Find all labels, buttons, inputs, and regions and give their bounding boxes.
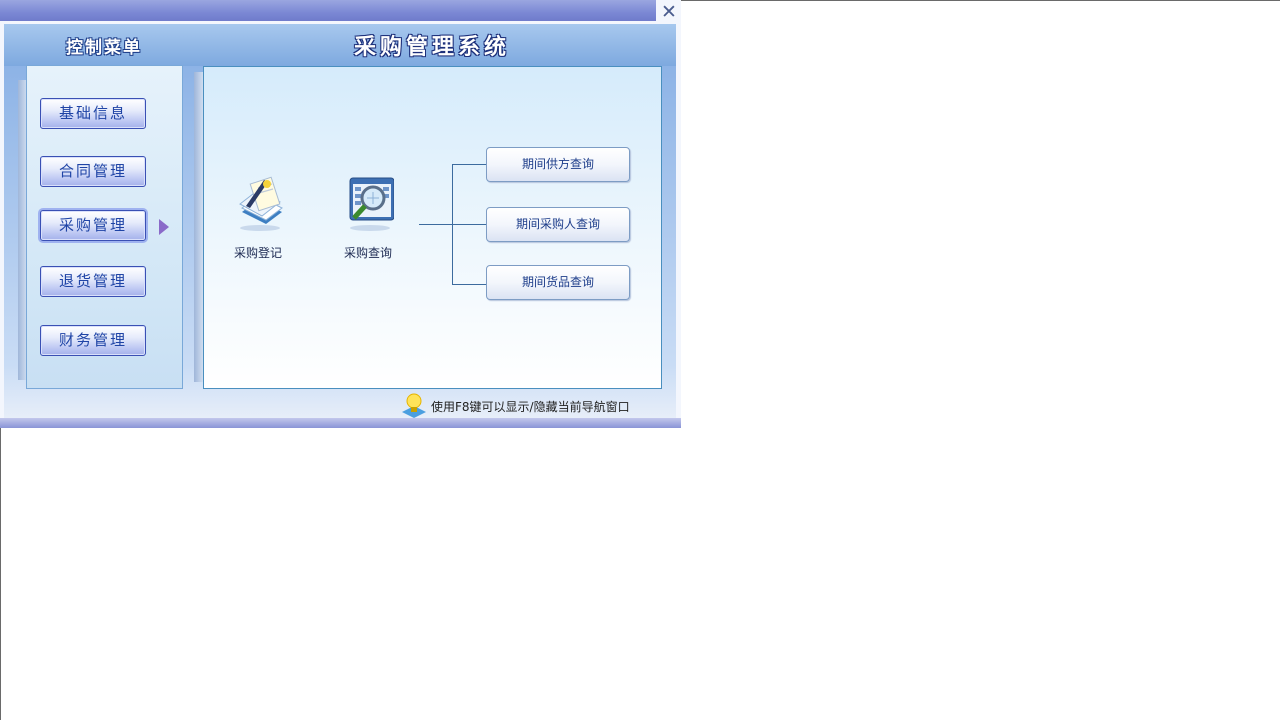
footer-hint: 使用F8键可以显示/隐藏当前导航窗口 — [400, 392, 630, 418]
menu-button-purchase[interactable]: 采购管理 — [40, 210, 146, 241]
system-title: 采购管理系统 — [353, 35, 510, 60]
purchase-query-item[interactable]: 采购查询 — [328, 176, 408, 266]
active-arrow-icon — [159, 219, 169, 235]
menu-button-contract[interactable]: 合同管理 — [40, 156, 146, 187]
connector-trunk — [452, 164, 453, 285]
magnifier-report-icon — [349, 177, 394, 231]
bottom-band — [0, 418, 681, 428]
close-icon[interactable]: ✕ — [659, 2, 679, 22]
menu-button-basic-info[interactable]: 基础信息 — [40, 98, 146, 129]
menu-button-finance[interactable]: 财务管理 — [40, 325, 146, 356]
purchase-register-item[interactable]: 采购登记 — [218, 176, 298, 266]
navigation-window: ✕ 控制菜单 采购管理系统 基础信息 合同管理 采购管理 退货管理 财务管理 采… — [0, 0, 681, 428]
notepad-pen-icon — [239, 176, 283, 231]
purchase-register-label: 采购登记 — [233, 246, 282, 260]
goods-period-query-button[interactable]: 期间货品查询 — [486, 265, 630, 300]
window-titlebar[interactable] — [0, 0, 656, 21]
connector-branch — [452, 164, 486, 165]
menu-button-returns[interactable]: 退货管理 — [40, 266, 146, 297]
purchase-query-label: 采购查询 — [343, 246, 392, 260]
lightbulb-icon — [402, 393, 426, 418]
buyer-period-query-button[interactable]: 期间采购人查询 — [486, 207, 630, 242]
menu-title: 控制菜单 — [66, 38, 142, 58]
footer-hint-text: 使用F8键可以显示/隐藏当前导航窗口 — [431, 400, 630, 414]
supplier-period-query-button[interactable]: 期间供方查询 — [486, 147, 630, 182]
connector-branch — [452, 284, 486, 285]
